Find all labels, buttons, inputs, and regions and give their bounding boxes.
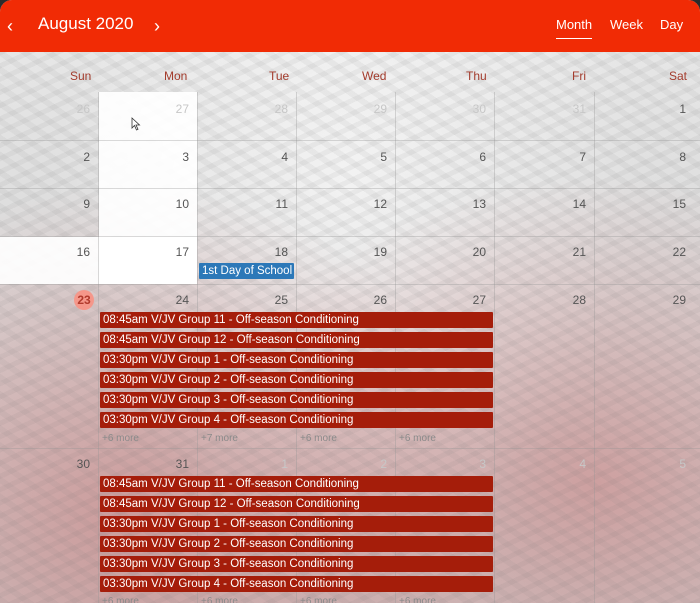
event-first-day-of-school[interactable]: 1st Day of School (199, 263, 294, 279)
more-events-link[interactable]: +6 more (399, 433, 436, 445)
day-number[interactable]: 24 (159, 293, 189, 307)
more-events-link[interactable]: +6 more (201, 596, 238, 603)
day-number[interactable]: 12 (357, 197, 387, 211)
grid-line (0, 236, 700, 237)
weekday-fri: Fri (572, 69, 586, 83)
day-number[interactable]: 1 (656, 102, 686, 116)
chevron-right-icon[interactable]: › (150, 15, 164, 37)
day-number[interactable]: 26 (60, 102, 90, 116)
day-number[interactable]: 5 (656, 457, 686, 471)
day-number[interactable]: 16 (60, 245, 90, 259)
mouse-cursor-icon (131, 117, 141, 131)
day-number[interactable]: 14 (556, 197, 586, 211)
event-bar[interactable]: 03:30pm V/JV Group 2 - Off-season Condit… (100, 372, 493, 388)
day-number[interactable]: 27 (159, 102, 189, 116)
day-number[interactable]: 2 (357, 457, 387, 471)
event-bar[interactable]: 08:45am V/JV Group 12 - Off-season Condi… (100, 496, 493, 512)
event-bar[interactable]: 03:30pm V/JV Group 4 - Off-season Condit… (100, 412, 493, 428)
view-week-button[interactable]: Week (610, 16, 643, 33)
more-events-link[interactable]: +6 more (300, 433, 337, 445)
weekday-thu: Thu (466, 69, 487, 83)
day-number[interactable]: 28 (258, 102, 288, 116)
day-number[interactable]: 30 (456, 102, 486, 116)
day-number[interactable]: 4 (556, 457, 586, 471)
day-number[interactable]: 20 (456, 245, 486, 259)
calendar-app: ‹ August 2020 › Month Week Day Sun Mon T… (0, 0, 700, 603)
weekday-mon: Mon (164, 69, 188, 83)
grid-line (494, 92, 495, 603)
day-number[interactable]: 29 (656, 293, 686, 307)
day-number[interactable]: 30 (60, 457, 90, 471)
month-title: August 2020 (38, 14, 134, 33)
day-number[interactable]: 8 (656, 150, 686, 164)
event-bar[interactable]: 08:45am V/JV Group 11 - Off-season Condi… (100, 476, 493, 492)
day-number[interactable]: 3 (456, 457, 486, 471)
day-number[interactable]: 6 (456, 150, 486, 164)
more-events-link[interactable]: +7 more (201, 433, 238, 445)
weekday-tue: Tue (269, 69, 290, 83)
more-events-link[interactable]: +6 more (102, 433, 139, 445)
day-number[interactable]: 10 (159, 197, 189, 211)
event-bar[interactable]: 03:30pm V/JV Group 1 - Off-season Condit… (100, 352, 493, 368)
day-number[interactable]: 27 (456, 293, 486, 307)
day-number[interactable]: 7 (556, 150, 586, 164)
chevron-left-icon[interactable]: ‹ (3, 15, 17, 37)
calendar-header: ‹ August 2020 › Month Week Day (0, 0, 700, 52)
today-badge[interactable]: 23 (74, 290, 94, 310)
event-bar[interactable]: 03:30pm V/JV Group 2 - Off-season Condit… (100, 536, 493, 552)
weekday-wed: Wed (362, 69, 387, 83)
event-bar[interactable]: 03:30pm V/JV Group 1 - Off-season Condit… (100, 516, 493, 532)
grid-line (0, 188, 700, 189)
weekday-sun: Sun (70, 69, 92, 83)
day-number[interactable]: 22 (656, 245, 686, 259)
day-number[interactable]: 13 (456, 197, 486, 211)
day-number[interactable]: 29 (357, 102, 387, 116)
day-number[interactable]: 25 (258, 293, 288, 307)
day-number[interactable]: 2 (60, 150, 90, 164)
day-number[interactable]: 18 (258, 245, 288, 259)
grid-line (0, 284, 700, 285)
day-number[interactable]: 21 (556, 245, 586, 259)
grid-line (594, 92, 595, 603)
more-events-link[interactable]: +6 more (102, 596, 139, 603)
grid-line (0, 448, 700, 449)
weekday-sat: Sat (669, 69, 688, 83)
day-number[interactable]: 28 (556, 293, 586, 307)
more-events-link[interactable]: +6 more (300, 596, 337, 603)
event-bar[interactable]: 08:45am V/JV Group 12 - Off-season Condi… (100, 332, 493, 348)
day-number[interactable]: 1 (258, 457, 288, 471)
day-number[interactable]: 11 (258, 197, 288, 211)
day-number[interactable]: 26 (357, 293, 387, 307)
day-number[interactable]: 31 (159, 457, 189, 471)
event-bar[interactable]: 08:45am V/JV Group 11 - Off-season Condi… (100, 312, 493, 328)
day-number[interactable]: 15 (656, 197, 686, 211)
grid-line (98, 92, 99, 603)
day-number[interactable]: 9 (60, 197, 90, 211)
view-day-button[interactable]: Day (660, 16, 683, 33)
day-number[interactable]: 17 (159, 245, 189, 259)
view-month-button[interactable]: Month (556, 16, 593, 39)
day-number[interactable]: 31 (556, 102, 586, 116)
day-number[interactable]: 3 (159, 150, 189, 164)
event-bar[interactable]: 03:30pm V/JV Group 4 - Off-season Condit… (100, 576, 493, 592)
day-number[interactable]: 5 (357, 150, 387, 164)
more-events-link[interactable]: +6 more (399, 596, 436, 603)
day-number[interactable]: 19 (357, 245, 387, 259)
event-bar[interactable]: 03:30pm V/JV Group 3 - Off-season Condit… (100, 392, 493, 408)
event-bar[interactable]: 03:30pm V/JV Group 3 - Off-season Condit… (100, 556, 493, 572)
grid-line (0, 140, 700, 141)
day-number[interactable]: 4 (258, 150, 288, 164)
